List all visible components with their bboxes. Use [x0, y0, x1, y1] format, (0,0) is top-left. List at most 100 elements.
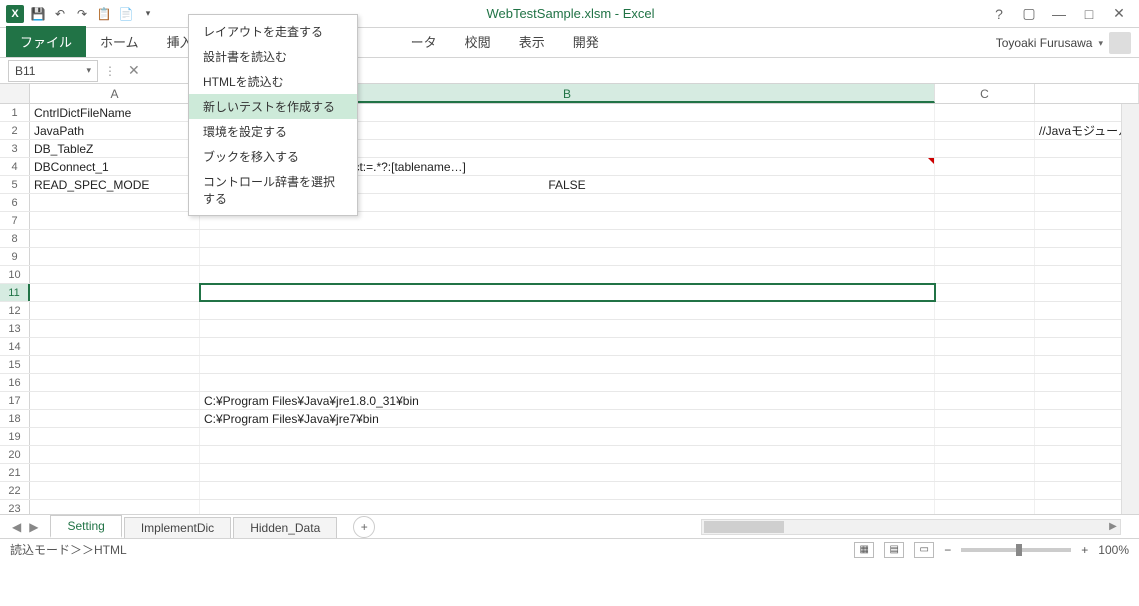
view-pagelayout-icon[interactable]: ▤	[884, 542, 904, 558]
cell[interactable]: JavaPath	[30, 122, 200, 139]
row-header[interactable]: 22	[0, 482, 30, 499]
minimize-icon[interactable]: —	[1049, 6, 1069, 22]
col-header-D[interactable]	[1035, 84, 1139, 103]
cell[interactable]	[30, 284, 200, 301]
tab-home[interactable]: ホーム	[86, 26, 153, 57]
cell[interactable]	[200, 230, 935, 247]
row-header[interactable]: 23	[0, 500, 30, 514]
cell[interactable]	[200, 320, 935, 337]
qat-dropdown-icon[interactable]: ▾	[140, 6, 156, 22]
cell[interactable]	[200, 266, 935, 283]
cell[interactable]	[30, 410, 200, 427]
sheet-prev-icon[interactable]: ◀	[12, 520, 21, 534]
row-header[interactable]: 10	[0, 266, 30, 283]
cell[interactable]	[30, 320, 200, 337]
hscroll-right-icon[interactable]: ▶	[1105, 520, 1121, 534]
cell[interactable]	[935, 104, 1035, 121]
row-header[interactable]: 12	[0, 302, 30, 319]
row-header[interactable]: 14	[0, 338, 30, 355]
cell[interactable]	[30, 392, 200, 409]
cell[interactable]	[935, 500, 1035, 514]
cell[interactable]	[30, 194, 200, 211]
cell[interactable]	[30, 374, 200, 391]
menu-item[interactable]: コントロール辞書を選択する	[189, 169, 357, 211]
cell[interactable]	[200, 338, 935, 355]
cell[interactable]	[935, 446, 1035, 463]
select-all-corner[interactable]	[0, 84, 30, 103]
cell[interactable]: READ_SPEC_MODE	[30, 176, 200, 193]
cell[interactable]	[935, 284, 1035, 301]
name-box[interactable]: B11 ▾	[8, 60, 98, 82]
zoom-in-icon[interactable]: +	[1081, 543, 1088, 557]
user-account[interactable]: Toyoaki Furusawa ▾	[996, 32, 1131, 54]
name-box-dropdown-icon[interactable]: ▾	[86, 65, 91, 76]
cell[interactable]	[200, 284, 935, 301]
ribbon-options-icon[interactable]: ▢	[1019, 5, 1039, 22]
cell[interactable]	[935, 266, 1035, 283]
cell[interactable]	[200, 356, 935, 373]
tab-data-partial[interactable]: ータ	[397, 26, 451, 57]
cell[interactable]: DB_TableZ	[30, 140, 200, 157]
cell[interactable]	[30, 248, 200, 265]
cell[interactable]	[30, 500, 200, 514]
row-header[interactable]: 7	[0, 212, 30, 229]
cell[interactable]	[935, 374, 1035, 391]
cell[interactable]	[200, 248, 935, 265]
menu-item[interactable]: 新しいテストを作成する	[189, 94, 357, 119]
row-header[interactable]: 11	[0, 284, 30, 301]
cell[interactable]	[200, 482, 935, 499]
menu-item[interactable]: 設計書を読込む	[189, 44, 357, 69]
view-pagebreak-icon[interactable]: ▭	[914, 542, 934, 558]
cell[interactable]	[935, 410, 1035, 427]
cell[interactable]	[30, 464, 200, 481]
cell[interactable]	[935, 230, 1035, 247]
cell[interactable]	[935, 464, 1035, 481]
maximize-icon[interactable]: □	[1079, 6, 1099, 22]
cell[interactable]	[935, 338, 1035, 355]
cell[interactable]	[935, 482, 1035, 499]
cell[interactable]	[935, 140, 1035, 157]
sheet-tab-hidden-data[interactable]: Hidden_Data	[233, 517, 337, 538]
cell[interactable]	[935, 176, 1035, 193]
cell[interactable]	[30, 266, 200, 283]
horizontal-scrollbar[interactable]: ◀ ▶	[701, 519, 1121, 535]
menu-item[interactable]: HTMLを読込む	[189, 69, 357, 94]
tab-developer[interactable]: 開発	[559, 26, 613, 57]
cell[interactable]	[935, 158, 1035, 175]
cell[interactable]	[200, 302, 935, 319]
row-header[interactable]: 3	[0, 140, 30, 157]
cell[interactable]: C:¥Program Files¥Java¥jre7¥bin	[200, 410, 935, 427]
redo-icon[interactable]: ↷	[74, 6, 90, 22]
cell[interactable]	[30, 230, 200, 247]
cell[interactable]	[30, 446, 200, 463]
cell[interactable]	[30, 302, 200, 319]
col-header-C[interactable]: C	[935, 84, 1035, 103]
save-icon[interactable]: 💾	[30, 6, 46, 22]
help-icon[interactable]: ?	[989, 6, 1009, 22]
copy-icon[interactable]: 📋	[96, 6, 112, 22]
sheet-next-icon[interactable]: ▶	[29, 520, 38, 534]
row-header[interactable]: 5	[0, 176, 30, 193]
undo-icon[interactable]: ↶	[52, 6, 68, 22]
tab-review[interactable]: 校閲	[451, 26, 505, 57]
cell[interactable]	[30, 482, 200, 499]
row-header[interactable]: 8	[0, 230, 30, 247]
avatar-icon[interactable]	[1109, 32, 1131, 54]
row-header[interactable]: 4	[0, 158, 30, 175]
zoom-out-icon[interactable]: −	[944, 543, 951, 557]
sheet-nav[interactable]: ◀ ▶	[0, 520, 50, 534]
menu-item[interactable]: ブックを移入する	[189, 144, 357, 169]
row-header[interactable]: 15	[0, 356, 30, 373]
cell[interactable]	[935, 212, 1035, 229]
cell[interactable]	[30, 212, 200, 229]
zoom-knob[interactable]	[1016, 544, 1022, 556]
row-header[interactable]: 6	[0, 194, 30, 211]
row-header[interactable]: 13	[0, 320, 30, 337]
row-header[interactable]: 18	[0, 410, 30, 427]
cell[interactable]	[200, 428, 935, 445]
col-header-A[interactable]: A	[30, 84, 200, 103]
row-header[interactable]: 2	[0, 122, 30, 139]
cell[interactable]	[30, 428, 200, 445]
zoom-percent[interactable]: 100%	[1098, 543, 1129, 557]
row-header[interactable]: 9	[0, 248, 30, 265]
